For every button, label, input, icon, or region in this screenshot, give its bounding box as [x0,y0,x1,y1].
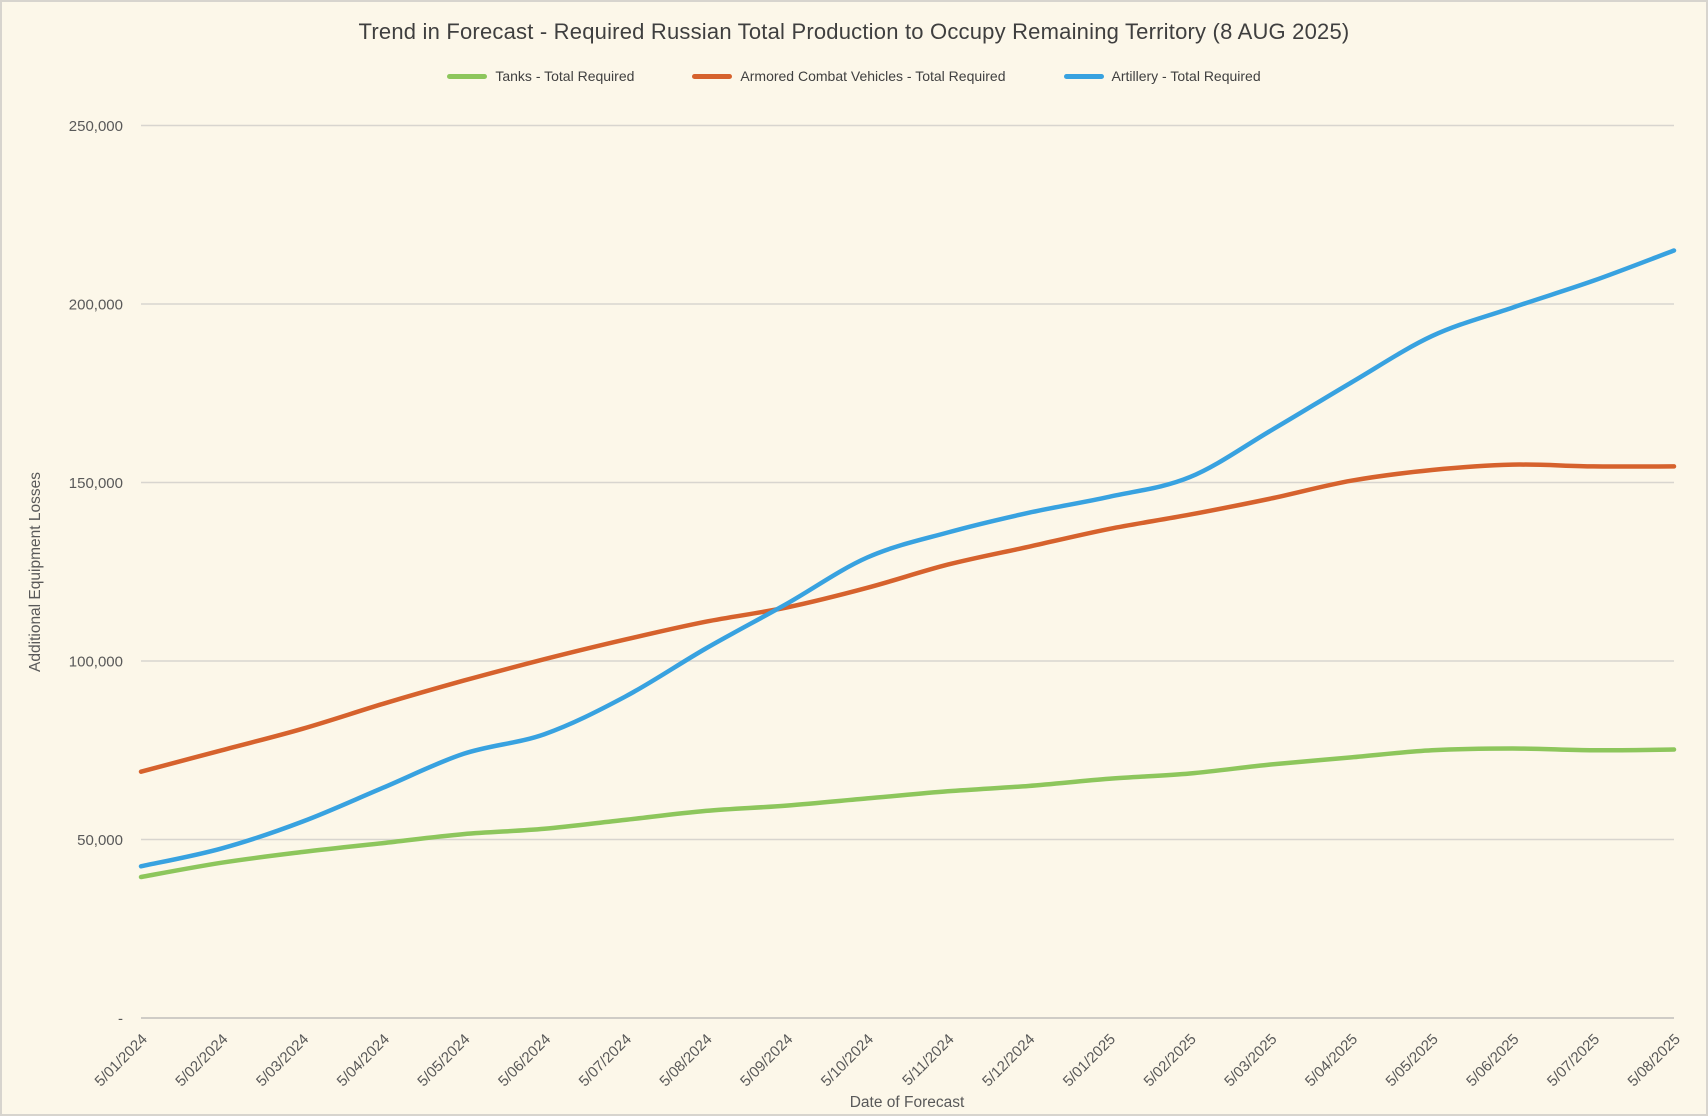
series-line-acv [138,462,1677,774]
x-tick-label: 5/08/2024 [656,1031,715,1090]
series-line-tanks [138,746,1677,880]
x-tick-label: 5/06/2025 [1463,1031,1522,1090]
x-tick-label: 5/04/2024 [334,1031,393,1090]
x-tick-label: 5/05/2025 [1383,1031,1442,1090]
y-tick-label: 200,000 [69,297,123,314]
y-tick-label: 50,000 [77,832,123,849]
x-tick-label: 5/03/2024 [253,1031,312,1090]
x-tick-label: 5/07/2025 [1544,1031,1603,1090]
x-tick-label: 5/01/2024 [92,1031,151,1090]
x-tick-label: 5/06/2024 [495,1031,554,1090]
x-tick-label: 5/09/2024 [737,1031,796,1090]
x-tick-label: 5/12/2024 [979,1031,1038,1090]
chart-canvas: - 50,000 100,000 150,000 200,000 250,000 5/01/… [27,118,1684,1111]
series-line-artillery [138,248,1677,869]
x-tick-label: 5/10/2024 [818,1031,877,1090]
chart-frame: Trend in Forecast - Required Russian Tot… [0,0,1708,1116]
x-tick-label: 5/04/2025 [1302,1031,1361,1090]
x-tick-label: 5/02/2024 [172,1031,231,1090]
y-axis-title: Additional Equipment Losses [27,472,44,672]
x-tick-label: 5/02/2025 [1141,1031,1200,1090]
x-tick-label: 5/05/2024 [414,1031,473,1090]
y-tick-label: 250,000 [69,118,123,135]
x-tick-label: 5/01/2025 [1060,1031,1119,1090]
x-axis-title: Date of Forecast [850,1094,965,1111]
x-tick-label: 5/03/2025 [1221,1031,1280,1090]
y-tick-label: 150,000 [69,475,123,492]
y-tick-label: - [118,1011,123,1028]
y-tick-label: 100,000 [69,654,123,671]
x-tick-label: 5/07/2024 [576,1031,635,1090]
x-tick-label: 5/11/2024 [899,1031,957,1089]
x-tick-label: 5/08/2025 [1625,1031,1684,1090]
